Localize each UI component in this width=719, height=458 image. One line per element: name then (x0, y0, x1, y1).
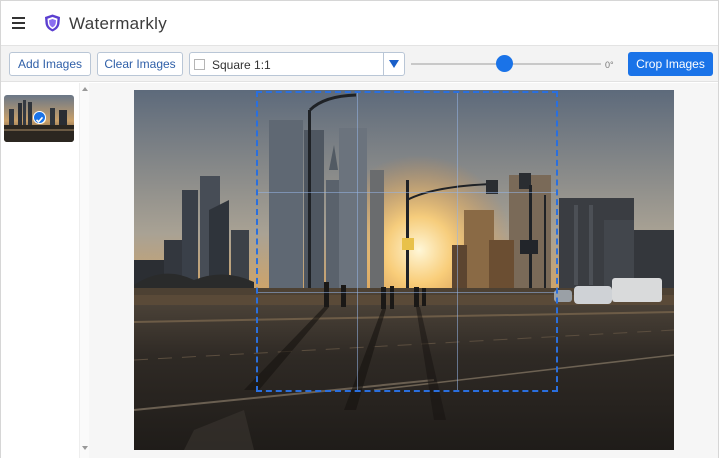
scroll-down-icon[interactable] (82, 446, 88, 450)
rotation-slider[interactable] (411, 54, 601, 74)
hamburger-icon[interactable] (12, 17, 25, 29)
shield-logo-icon (45, 14, 60, 32)
image-sidebar (1, 83, 89, 458)
city-sunset-image (134, 90, 674, 450)
aspect-ratio-dropdown-toggle[interactable] (383, 53, 404, 75)
aspect-ratio-value: Square 1:1 (212, 58, 271, 72)
aspect-ratio-select[interactable]: Square 1:1 (189, 52, 405, 76)
app-title: Watermarkly (69, 14, 168, 33)
header: Watermarkly (1, 0, 718, 46)
rotation-slider-thumb[interactable] (495, 55, 513, 72)
aspect-ratio-checkbox[interactable] (194, 59, 205, 70)
add-images-button[interactable]: Add Images (9, 52, 91, 76)
app-window: Watermarkly Add Images Clear Images Squa… (0, 0, 719, 458)
rotation-value: 0° (605, 60, 614, 70)
crop-images-button[interactable]: Crop Images (628, 52, 713, 76)
toolbar: Add Images Clear Images Square 1:1 0° Cr… (1, 46, 718, 82)
selected-check-icon (33, 111, 46, 124)
scroll-up-icon[interactable] (82, 87, 88, 91)
clear-images-button[interactable]: Clear Images (97, 52, 183, 76)
chevron-down-icon (389, 60, 399, 68)
image-thumbnail[interactable] (4, 95, 74, 142)
sidebar-scrollbar[interactable] (79, 83, 89, 458)
photo-preview[interactable] (134, 90, 674, 450)
